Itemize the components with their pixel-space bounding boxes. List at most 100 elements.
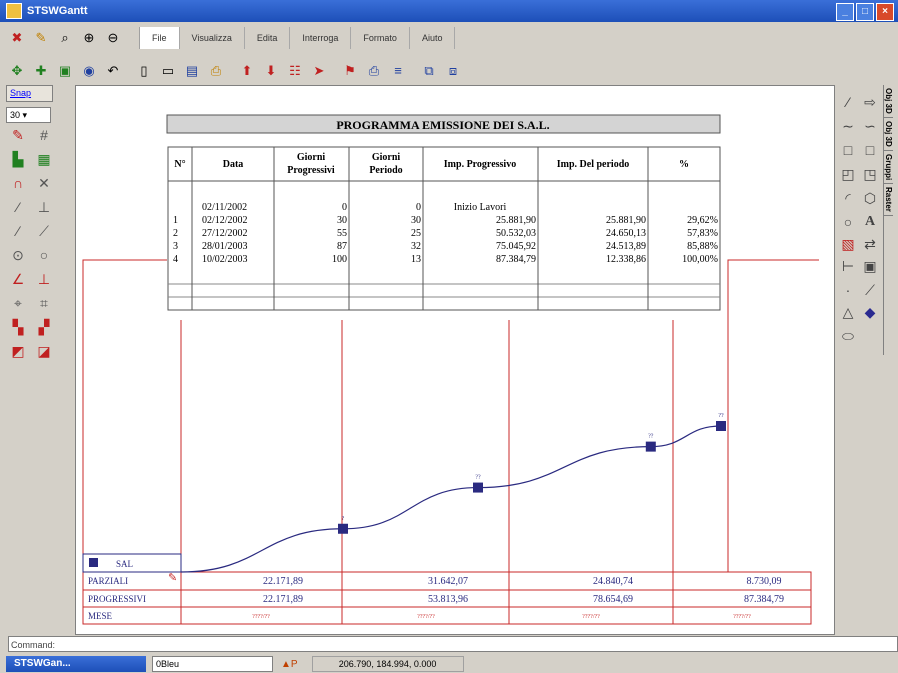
toolbar-main: ✥ ✚ ▣ ◉ ↶ ▯ ▭ ▤ ⎙ ⬆ ⬇ ☷ ➤ ⚑ ⎙ ≡ ⧉ ⧈: [0, 58, 898, 84]
menu-visualizza[interactable]: Visualizza: [180, 27, 245, 49]
close-button[interactable]: ×: [876, 3, 894, 21]
menu-formato[interactable]: Formato: [351, 27, 410, 49]
rect-tool-icon[interactable]: □: [839, 141, 857, 159]
menu-interroga[interactable]: Interroga: [290, 27, 352, 49]
ellipse-tool-icon[interactable]: ⬭: [839, 327, 857, 345]
angle-icon[interactable]: ∠: [8, 269, 28, 289]
corner-icon[interactable]: ▙: [8, 149, 28, 169]
gantt-drawing: PROGRAMMA EMISSIONE DEI S.A.L. N° Data G…: [82, 114, 819, 625]
import-icon[interactable]: ⬇: [262, 62, 280, 80]
table-cell: 25.881,90: [496, 215, 536, 226]
row-label-progressivi: PROGRESSIVI: [88, 594, 146, 604]
line-tool-icon[interactable]: ⁄: [839, 93, 857, 111]
paste-icon[interactable]: ⧈: [444, 62, 462, 80]
measure-tool-icon[interactable]: ⊢: [839, 257, 857, 275]
text-tool-icon[interactable]: A: [861, 213, 879, 231]
zoom-select[interactable]: 30 ▾: [6, 107, 51, 123]
undo-icon[interactable]: ↶: [104, 62, 122, 80]
table-cell: 100,00%: [682, 254, 718, 265]
grid-table-icon[interactable]: ☷: [286, 62, 304, 80]
menu-aiuto[interactable]: Aiuto: [410, 27, 456, 49]
zoom-in-icon[interactable]: ⊕: [80, 29, 98, 47]
table-cell: 1: [173, 215, 178, 226]
rect2-tool-icon[interactable]: □: [861, 141, 879, 159]
parziali-cell: 31.642,07: [428, 576, 468, 587]
dim-tool-icon[interactable]: ⇄: [861, 235, 879, 253]
right-tabs: Obj 3D Obj 3D Gruppi Raster: [883, 85, 898, 355]
layer-combo[interactable]: 0Bleu: [152, 656, 273, 672]
menu-file[interactable]: File: [140, 27, 180, 49]
pan-icon[interactable]: ✥: [8, 62, 26, 80]
diamond-tool-icon[interactable]: ◆: [861, 303, 879, 321]
zoom-out-icon[interactable]: ⊖: [104, 29, 122, 47]
tab-raster[interactable]: Raster: [884, 184, 893, 216]
dimension2-icon[interactable]: ⌗: [34, 293, 54, 313]
erase-icon[interactable]: ✖: [8, 29, 26, 47]
dimension-icon[interactable]: ⌖: [8, 293, 28, 313]
maximize-button[interactable]: □: [856, 3, 874, 21]
base-icon[interactable]: ⊥: [34, 269, 54, 289]
export-icon[interactable]: ➤: [310, 62, 328, 80]
new-icon[interactable]: ▯: [135, 62, 153, 80]
hatch-icon[interactable]: ◩: [8, 341, 28, 361]
table-cell: 12.338,86: [606, 254, 646, 265]
command-line[interactable]: Command:: [8, 636, 898, 652]
block-icon[interactable]: ▚: [8, 317, 28, 337]
corner2-tool-icon[interactable]: ◳: [861, 165, 879, 183]
diagonal-icon[interactable]: ∕: [8, 221, 28, 241]
line-icon[interactable]: ⁄: [8, 197, 28, 217]
table-cell: 10/02/2003: [202, 254, 248, 265]
tab-obj3d-b[interactable]: Obj 3D: [884, 118, 893, 151]
arc-tool-icon[interactable]: ◜: [839, 189, 857, 207]
zoom-window-icon[interactable]: ⌕: [56, 29, 74, 47]
task-button[interactable]: STSWGan...: [6, 656, 146, 672]
menu-edita[interactable]: Edita: [245, 27, 291, 49]
image-tool-icon[interactable]: ▣: [861, 257, 879, 275]
fill-tool-icon[interactable]: △: [839, 303, 857, 321]
spline-tool-icon[interactable]: ∽: [861, 117, 879, 135]
table-cell: 75.045,92: [496, 241, 536, 252]
block2-icon[interactable]: ▞: [34, 317, 54, 337]
drawing-canvas[interactable]: PROGRAMMA EMISSIONE DEI S.A.L. N° Data G…: [75, 85, 835, 635]
circle-icon[interactable]: ○: [34, 245, 54, 265]
table-cell: 87: [337, 241, 347, 252]
table-cell: 30: [411, 215, 421, 226]
circle-tool-icon[interactable]: ○: [839, 213, 857, 231]
cross-icon[interactable]: ✕: [34, 173, 54, 193]
minimize-button[interactable]: _: [836, 3, 854, 21]
tab-gruppi[interactable]: Gruppi: [884, 151, 893, 184]
grid-icon[interactable]: #: [34, 125, 54, 145]
point-tool-icon[interactable]: ·: [839, 281, 857, 299]
snap-tab[interactable]: Snap: [6, 85, 53, 102]
progressivi-cell: 53.813,96: [428, 594, 468, 605]
polygon-tool-icon[interactable]: ⬡: [861, 189, 879, 207]
redraw-icon[interactable]: ◉: [80, 62, 98, 80]
printer-icon[interactable]: ⎙: [365, 62, 383, 80]
table-cell: 50.532,03: [496, 228, 536, 239]
arrow-tool-icon[interactable]: ⇨: [861, 93, 879, 111]
insert-icon[interactable]: ⬆: [238, 62, 256, 80]
copy-icon[interactable]: ⧉: [420, 62, 438, 80]
select-icon[interactable]: ▣: [56, 62, 74, 80]
center-icon[interactable]: ⊙: [8, 245, 28, 265]
tangent-icon[interactable]: ⟋: [34, 221, 54, 241]
pick-tool-icon[interactable]: ⟋: [861, 281, 879, 299]
print-icon[interactable]: ⎙: [207, 62, 225, 80]
corner-tool-icon[interactable]: ◰: [839, 165, 857, 183]
layout-icon[interactable]: ▦: [34, 149, 54, 169]
hatch2-icon[interactable]: ◪: [34, 341, 54, 361]
flag-icon[interactable]: ⚑: [341, 62, 359, 80]
progressivi-cell: 22.171,89: [263, 594, 303, 605]
perpendicular-icon[interactable]: ⊥: [34, 197, 54, 217]
magnet-icon[interactable]: ∩: [8, 173, 28, 193]
hatch-tool-icon[interactable]: ▧: [839, 235, 857, 253]
curve-tool-icon[interactable]: ∼: [839, 117, 857, 135]
draw-icon[interactable]: ✎: [32, 29, 50, 47]
pen-icon[interactable]: ✎: [8, 125, 28, 145]
mese-cell: ????/??: [733, 614, 751, 620]
save-icon[interactable]: ▤: [183, 62, 201, 80]
move-icon[interactable]: ✚: [32, 62, 50, 80]
open-icon[interactable]: ▭: [159, 62, 177, 80]
tab-obj3d-a[interactable]: Obj 3D: [884, 85, 893, 118]
layers-icon[interactable]: ≡: [389, 62, 407, 80]
